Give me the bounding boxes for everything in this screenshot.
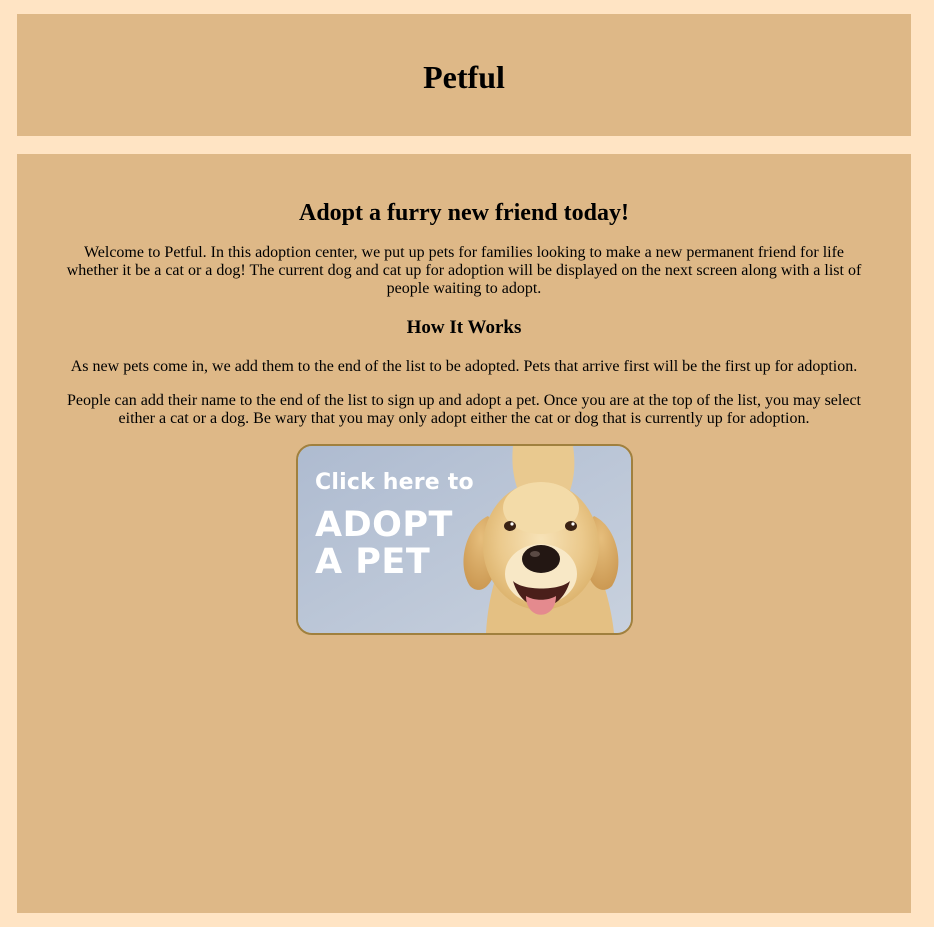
- page-heading: Adopt a furry new friend today!: [299, 200, 629, 226]
- banner-line-a-pet: A PET: [315, 542, 431, 582]
- main-content: Adopt a furry new friend today! Welcome …: [17, 154, 911, 913]
- how-it-works-paragraph-1: As new pets come in, we add them to the …: [70, 358, 858, 375]
- how-it-works-paragraph-2: People can add their name to the end of …: [67, 392, 861, 427]
- banner-line-adopt: ADOPT: [315, 505, 453, 545]
- intro-text: Welcome to Petful. In this adoption cent…: [66, 244, 862, 297]
- adopt-banner-text: Click here to ADOPT A PET: [315, 472, 474, 580]
- site-title: Petful: [423, 58, 505, 95]
- adopt-a-pet-button[interactable]: Click here to ADOPT A PET: [296, 444, 633, 635]
- how-it-works-heading: How It Works: [406, 317, 522, 338]
- site-header: Petful: [17, 14, 911, 136]
- banner-line-click-here: Click here to: [315, 470, 474, 495]
